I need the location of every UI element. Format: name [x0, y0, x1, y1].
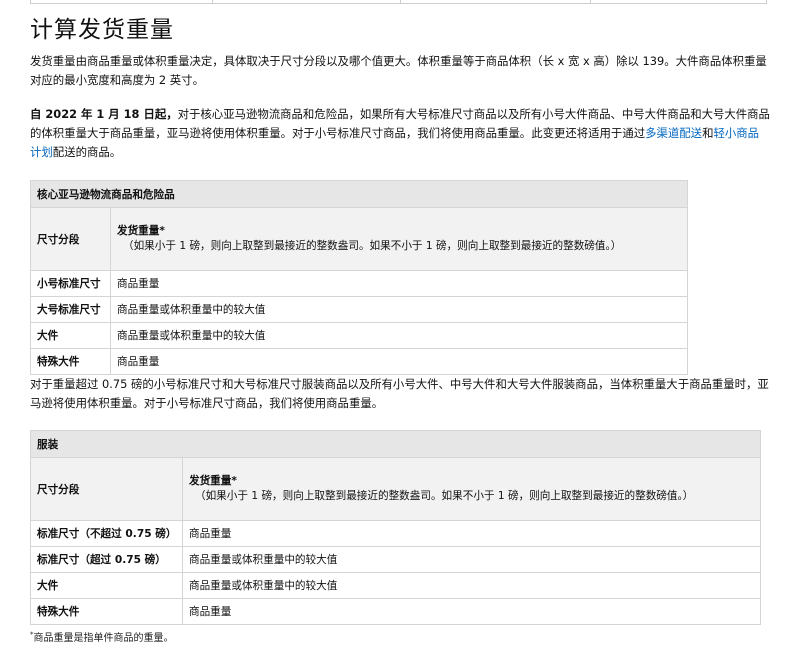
table-cell-weight: 商品重量 [110, 348, 688, 375]
table-cell-tier: 小号标准尺寸 [30, 270, 111, 297]
policy-end: 配送的商品。 [52, 145, 122, 159]
page-title: 计算发货重量 [30, 17, 174, 43]
table-cell-weight: 商品重量 [182, 598, 761, 625]
rounding-rule: （如果小于 1 磅，则向上取整到最接近的整数盎司。如果不小于 1 磅，则向上取整… [195, 490, 694, 502]
table-cell-weight: 商品重量或体积重量中的较大值 [182, 546, 761, 573]
previous-table-edge [0, 0, 795, 4]
table-title: 服装 [30, 430, 761, 458]
policy-paragraph: 自 2022 年 1 月 18 日起，对于核心亚马逊物流商品和危险品，如果所有大… [30, 105, 770, 162]
table-cell-tier: 标准尺寸（超过 0.75 磅） [30, 546, 183, 573]
table-cell-tier: 大件 [30, 322, 111, 349]
apparel-paragraph: 对于重量超过 0.75 磅的小号标准尺寸和大号标准尺寸服装商品以及所有小号大件、… [30, 377, 769, 410]
footnote-text: 商品重量是指单件商品的重量。 [33, 633, 174, 644]
policy-and: 和 [702, 126, 714, 140]
table-cell-tier: 特殊大件 [30, 348, 111, 375]
rounding-rule: （如果小于 1 磅，则向上取整到最接近的整数盎司。如果不小于 1 磅，则向上取整… [123, 240, 622, 252]
column-header-shipping-weight: 发货重量* （如果小于 1 磅，则向上取整到最接近的整数盎司。如果不小于 1 磅… [182, 457, 761, 521]
intro-paragraph: 发货重量由商品重量或体积重量决定，具体取决于尺寸分段以及哪个值更大。体积重量等于… [30, 54, 767, 87]
multi-channel-link[interactable]: 多渠道配送 [645, 126, 702, 140]
footnote: *商品重量是指单件商品的重量。 [30, 629, 174, 644]
table-cell-tier: 大件 [30, 572, 183, 599]
policy-date: 自 2022 年 1 月 18 日起， [30, 107, 178, 121]
table-cell-tier: 大号标准尺寸 [30, 296, 111, 323]
core-fba-weight-table: 核心亚马逊物流商品和危险品 尺寸分段 发货重量* （如果小于 1 磅，则向上取整… [30, 180, 688, 375]
table-cell-weight: 商品重量或体积重量中的较大值 [110, 322, 688, 349]
table-cell-tier: 特殊大件 [30, 598, 183, 625]
table-cell-weight: 商品重量 [110, 270, 688, 297]
column-header-shipping-weight: 发货重量* （如果小于 1 磅，则向上取整到最接近的整数盎司。如果不小于 1 磅… [110, 207, 688, 271]
shipping-weight-label: 发货重量* [117, 225, 165, 237]
table-title: 核心亚马逊物流商品和危险品 [30, 180, 688, 208]
table-cell-tier: 标准尺寸（不超过 0.75 磅） [30, 520, 183, 547]
table-cell-weight: 商品重量 [182, 520, 761, 547]
table-cell-weight: 商品重量或体积重量中的较大值 [110, 296, 688, 323]
apparel-weight-table: 服装 尺寸分段 发货重量* （如果小于 1 磅，则向上取整到最接近的整数盎司。如… [30, 430, 761, 625]
table-cell-weight: 商品重量或体积重量中的较大值 [182, 572, 761, 599]
shipping-weight-label: 发货重量* [189, 475, 237, 487]
column-header-size-tier: 尺寸分段 [30, 207, 111, 271]
column-header-size-tier: 尺寸分段 [30, 457, 183, 521]
